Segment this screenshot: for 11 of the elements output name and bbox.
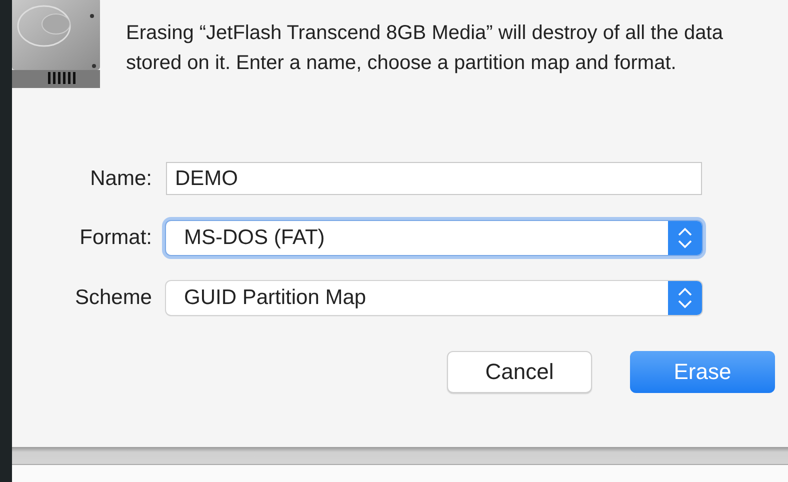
stepper-icon (668, 221, 702, 255)
field-label: Format: (80, 226, 152, 250)
warning-message: Erasing “JetFlash Transcend 8GB Media” will destroy of all the data stored on it. Enter a name, choose a partition map and format. (126, 21, 724, 76)
stepper-icon (668, 281, 702, 315)
popup-menu[interactable]: MS-DOS (FAT) (166, 221, 702, 255)
field-label: Scheme (74, 286, 152, 310)
dialog-button[interactable]: Cancel (447, 351, 592, 393)
field-label: Name: (90, 166, 152, 190)
name-field[interactable]: DEMO (166, 162, 702, 195)
popup-menu[interactable]: GUID Partition Map (166, 281, 702, 315)
hard-drive-icon (12, 0, 100, 90)
